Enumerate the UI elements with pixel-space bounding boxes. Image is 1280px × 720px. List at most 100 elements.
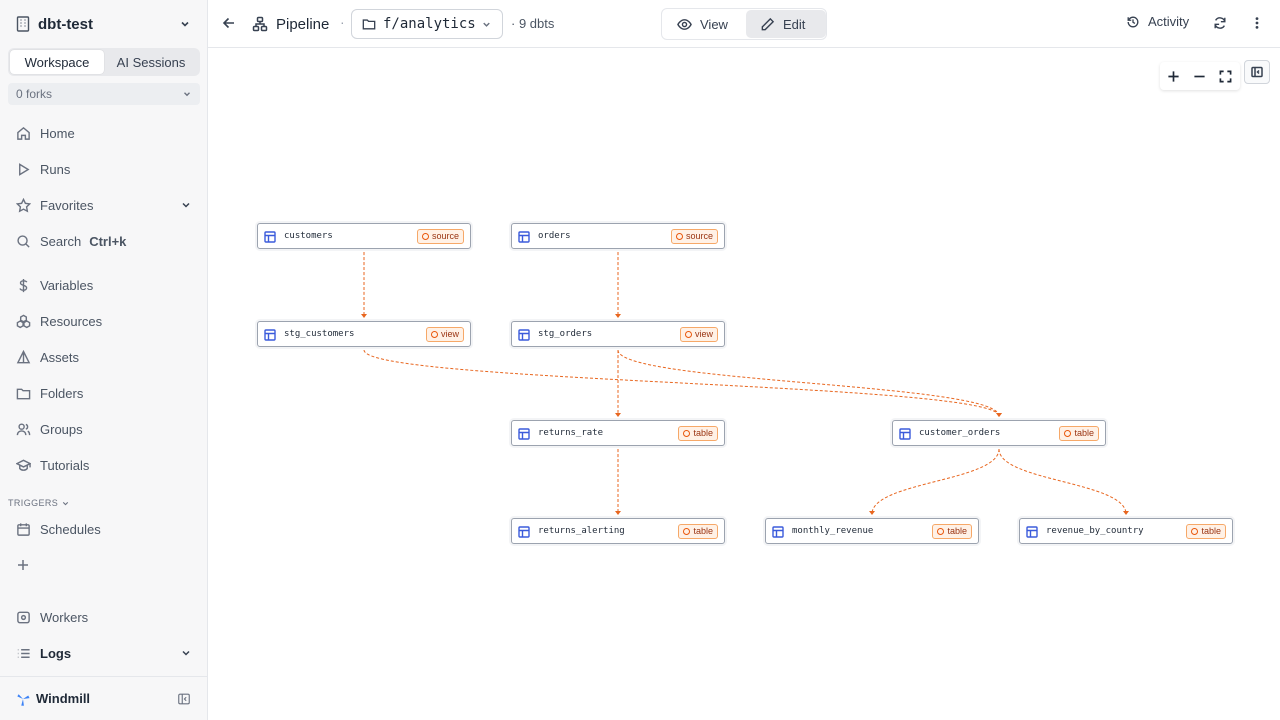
- sidebar-mode-toggle: Workspace AI Sessions: [8, 48, 200, 76]
- badge-dot-icon: [683, 429, 691, 437]
- node-label: monthly_revenue: [792, 526, 874, 536]
- node-customers[interactable]: customers source: [257, 223, 471, 249]
- windmill-logo-icon: [17, 693, 30, 706]
- view-mode-button[interactable]: View: [663, 10, 744, 38]
- workflow-icon: [252, 16, 268, 32]
- graduation-cap-icon: [16, 459, 31, 471]
- node-label: stg_orders: [538, 329, 593, 339]
- page-title-text: Pipeline: [276, 15, 330, 33]
- title-separator: ·: [340, 14, 345, 30]
- folder-icon: [362, 19, 376, 30]
- zoom-in-button[interactable]: [1160, 62, 1186, 90]
- pipeline-canvas[interactable]: customers source orders source stg_custo…: [208, 48, 1280, 720]
- node-stg-customers[interactable]: stg_customers view: [257, 321, 471, 347]
- toggle-side-panel-button[interactable]: [1244, 60, 1270, 84]
- eye-icon: [677, 18, 692, 30]
- server-icon: [17, 611, 30, 623]
- table-icon: [899, 427, 911, 440]
- sidebar-item-search[interactable]: Search Ctrl+k: [8, 226, 200, 256]
- forks-dropdown[interactable]: 0 forks: [8, 83, 200, 105]
- badge-dot-icon: [937, 527, 945, 535]
- chevron-down-icon: [181, 21, 189, 27]
- boxes-icon: [16, 314, 31, 328]
- star-icon: [16, 197, 31, 213]
- node-customer-orders[interactable]: customer_orders table: [892, 420, 1106, 446]
- sidebar-item-groups[interactable]: Groups: [8, 414, 200, 444]
- folder-path-dropdown[interactable]: f/analytics: [351, 9, 503, 39]
- search-icon: [17, 234, 30, 248]
- forks-label: 0 forks: [16, 87, 53, 101]
- dollar-icon: [19, 278, 28, 292]
- triggers-section-header[interactable]: TRIGGERS: [8, 498, 70, 508]
- refresh-button[interactable]: [1213, 16, 1227, 30]
- sidebar-item-variables[interactable]: Variables: [8, 270, 200, 300]
- badge-dot-icon: [1064, 429, 1072, 437]
- add-trigger-icon[interactable]: [16, 558, 30, 572]
- node-monthly-revenue[interactable]: monthly_revenue table: [765, 518, 979, 544]
- zoom-out-button[interactable]: [1186, 62, 1212, 90]
- badge-dot-icon: [1191, 527, 1199, 535]
- home-icon: [17, 126, 30, 140]
- keyboard-shortcut: Ctrl+k: [89, 233, 127, 249]
- node-label: returns_rate: [538, 428, 604, 438]
- table-icon: [518, 230, 530, 243]
- workspace-switcher[interactable]: dbt-test: [0, 0, 207, 48]
- sidebar-item-resources[interactable]: Resources: [8, 306, 200, 336]
- badge-label: source: [685, 231, 713, 241]
- node-type-badge: table: [1186, 523, 1226, 539]
- activity-label: Activity: [1148, 14, 1190, 29]
- badge-label: table: [947, 526, 967, 536]
- edge-arrowhead: [1123, 511, 1129, 515]
- sidebar-item-logs[interactable]: Logs: [8, 638, 200, 668]
- view-edit-toggle: View Edit: [661, 8, 827, 40]
- sidebar-item-workers[interactable]: Workers: [8, 602, 200, 632]
- node-type-badge: view: [425, 326, 464, 342]
- table-icon: [264, 328, 276, 341]
- node-type-badge: table: [678, 523, 718, 539]
- folder-path: f/analytics: [383, 16, 476, 32]
- tab-workspace[interactable]: Workspace: [10, 50, 104, 74]
- badge-label: view: [694, 329, 713, 339]
- node-returns-alerting[interactable]: returns_alerting table: [511, 518, 725, 544]
- sidebar-item-schedules[interactable]: Schedules: [8, 514, 200, 544]
- activity-button[interactable]: Activity: [1126, 14, 1189, 29]
- brand-name: Windmill: [36, 691, 91, 706]
- table-icon: [518, 427, 530, 440]
- fit-view-button[interactable]: [1212, 62, 1238, 90]
- zoom-controls: [1160, 62, 1240, 90]
- node-stg-orders[interactable]: stg_orders view: [511, 321, 725, 347]
- sidebar-item-tutorials[interactable]: Tutorials: [8, 450, 200, 480]
- sidebar-item-assets[interactable]: Assets: [8, 342, 200, 372]
- chevron-down-icon: [63, 501, 69, 505]
- collapse-sidebar-icon[interactable]: [177, 692, 191, 706]
- node-type-badge: table: [932, 523, 972, 539]
- sidebar-item-home[interactable]: Home: [8, 118, 200, 148]
- sidebar-item-label: Assets: [40, 349, 80, 365]
- sidebar-item-label: Runs: [40, 161, 71, 177]
- edit-mode-button[interactable]: Edit: [746, 10, 826, 38]
- badge-label: table: [1074, 428, 1094, 438]
- node-revenue-by-country[interactable]: revenue_by_country table: [1019, 518, 1233, 544]
- table-icon: [518, 328, 530, 341]
- sidebar-item-label: Groups: [40, 421, 83, 437]
- sidebar-item-label: Tutorials: [40, 457, 90, 473]
- edge-arrowhead: [615, 511, 621, 515]
- back-button[interactable]: [222, 14, 240, 32]
- sidebar-item-runs[interactable]: Runs: [8, 154, 200, 184]
- node-returns-rate[interactable]: returns_rate table: [511, 420, 725, 446]
- edit-label: Edit: [783, 16, 806, 32]
- node-type-badge: source: [416, 228, 464, 244]
- edge-stg_customers-to-customer_orders: [363, 349, 1000, 417]
- tab-ai-sessions[interactable]: AI Sessions: [104, 50, 198, 74]
- node-orders[interactable]: orders source: [511, 223, 725, 249]
- node-label: orders: [538, 231, 571, 241]
- sidebar-item-favorites[interactable]: Favorites: [8, 190, 200, 220]
- badge-dot-icon: [430, 330, 438, 338]
- node-label: customer_orders: [919, 428, 1001, 438]
- table-icon: [772, 525, 784, 538]
- sidebar-item-folders[interactable]: Folders: [8, 378, 200, 408]
- node-type-badge: table: [678, 425, 718, 441]
- pencil-icon: [761, 17, 775, 30]
- more-options-button[interactable]: [1250, 16, 1264, 30]
- edge-customer_orders-to-revenue_by_country: [998, 448, 1127, 515]
